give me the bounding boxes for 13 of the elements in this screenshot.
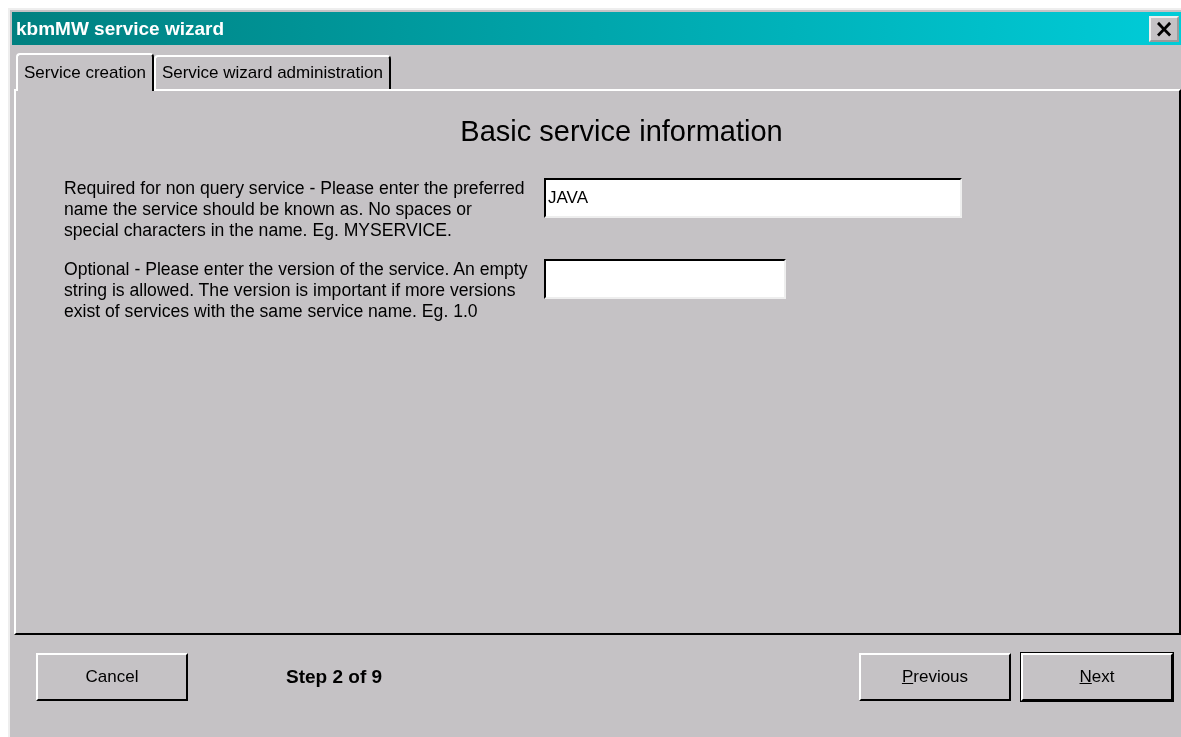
tab[interactable]: Service creation	[16, 53, 154, 91]
input-field[interactable]	[544, 259, 786, 299]
nav-button[interactable]: Previous	[859, 653, 1011, 701]
field-description: Required for non query service - Please enter the preferred name the service should be known as. No spaces or special characters in the name. Eg. MYSERVICE.	[64, 178, 526, 241]
window-title: kbmMW service wizard	[16, 17, 225, 40]
section-heading: Basic service information	[460, 115, 783, 148]
input-field[interactable]: JAVA	[544, 178, 962, 218]
nav-button[interactable]: Next	[1021, 653, 1173, 701]
cancel-button[interactable]: Cancel	[36, 653, 188, 701]
step-indicator: Step 2 of 9	[286, 666, 384, 688]
close-button[interactable]: ×	[1149, 15, 1179, 42]
field-description: Optional - Please enter the version of the service. An empty string is allowed. The version is important if more versions exist of services with the same service name. Eg. 1.0	[64, 259, 529, 322]
tab[interactable]: Service wizard administration	[153, 55, 391, 89]
